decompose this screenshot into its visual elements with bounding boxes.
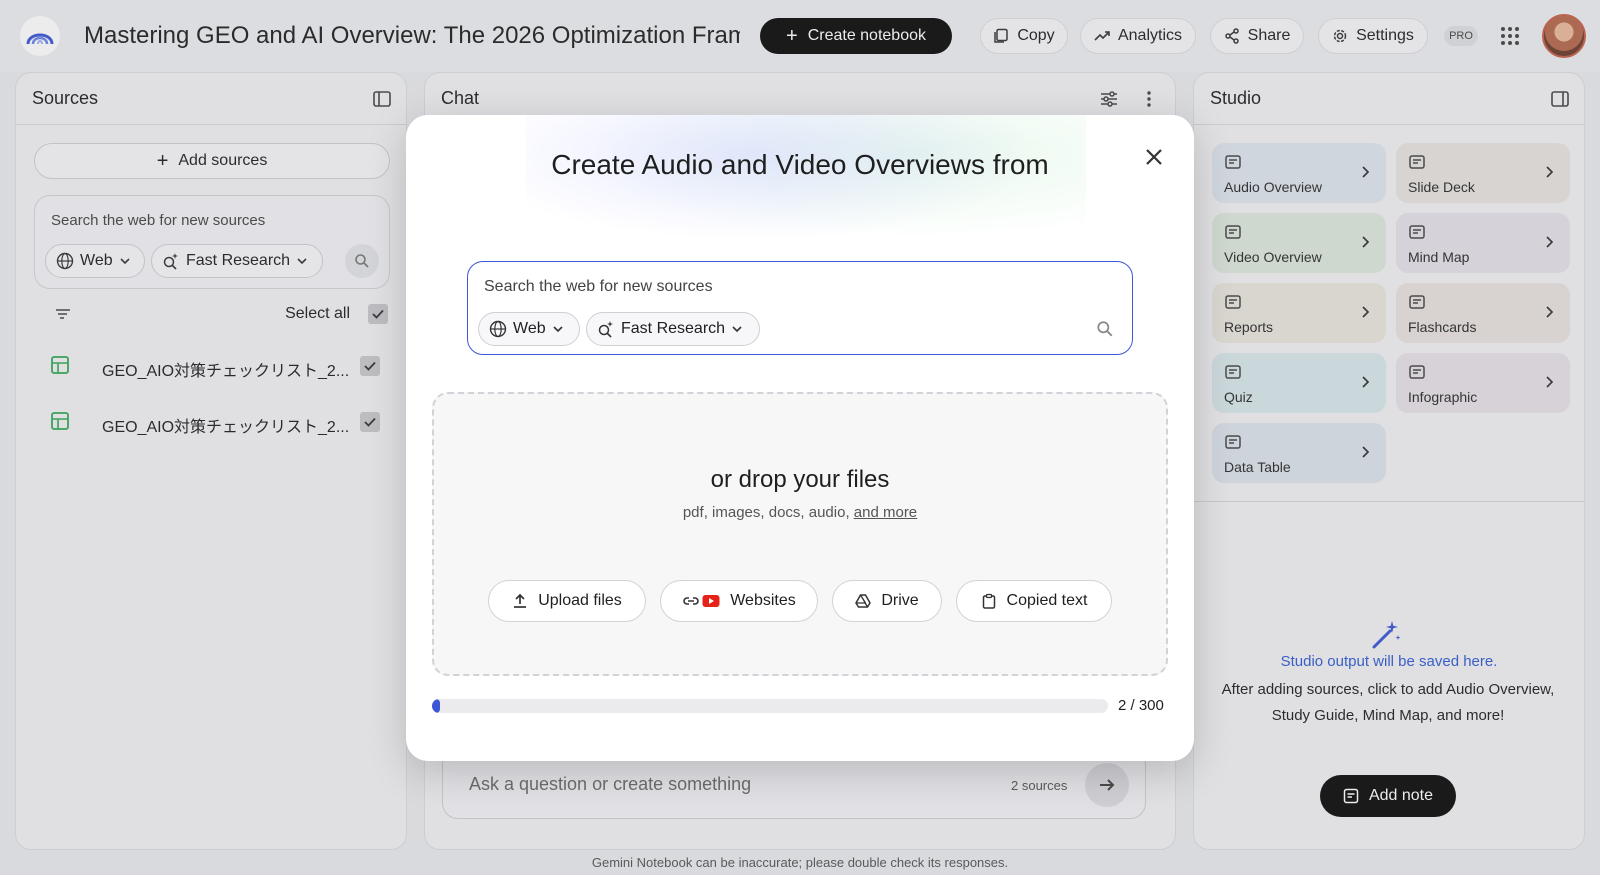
web-search-box: Web Fast Research [467, 261, 1133, 355]
upload-files-button[interactable]: Upload files [488, 580, 646, 622]
upload-icon [514, 593, 527, 608]
drop-zone-title: or drop your files [710, 466, 890, 493]
websites-label: Websites [730, 592, 796, 609]
research-chip-label: Fast Research [621, 320, 726, 337]
add-sources-dialog: Create Audio and Video Overviews from We… [406, 115, 1194, 761]
globe-icon [489, 320, 507, 338]
search-icon[interactable] [1096, 320, 1114, 338]
link-icon [683, 597, 699, 605]
clipboard-icon [982, 593, 995, 609]
copied-text-button[interactable]: Copied text [956, 580, 1112, 622]
file-types-text: pdf, images, docs, audio, [682, 504, 850, 521]
source-limit-progress [432, 699, 1108, 713]
drive-button[interactable]: Drive [832, 580, 942, 622]
web-search-input[interactable] [484, 274, 1084, 300]
source-limit-progress-fill [432, 699, 441, 713]
chevron-down-icon [553, 326, 563, 333]
dialog-title: Create Audio and Video Overviews from [551, 149, 1049, 180]
modal-glow [526, 115, 1086, 255]
research-mode-dropdown[interactable]: Fast Research [586, 312, 760, 346]
drop-zone-subtitle: pdf, images, docs, audio, and more [434, 504, 1166, 521]
web-chip-label: Web [513, 320, 546, 337]
chevron-down-icon [732, 326, 742, 333]
drive-icon [855, 594, 872, 608]
sparkle-search-icon [598, 321, 613, 338]
file-drop-zone[interactable]: or drop your files pdf, images, docs, au… [432, 392, 1168, 676]
upload-files-label: Upload files [538, 592, 622, 609]
drive-label: Drive [881, 592, 919, 609]
source-limit-label: 2 / 300 [1118, 697, 1164, 714]
close-icon[interactable] [1142, 145, 1166, 169]
youtube-icon [702, 595, 720, 607]
web-source-dropdown[interactable]: Web [478, 312, 580, 346]
copied-text-label: Copied text [1006, 592, 1088, 609]
websites-button[interactable]: Websites [660, 580, 818, 622]
and-more-link[interactable]: and more [854, 504, 917, 521]
